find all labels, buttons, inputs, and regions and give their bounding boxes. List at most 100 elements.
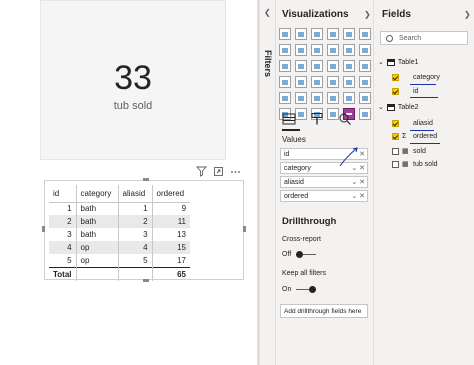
area-chart-icon[interactable] — [295, 44, 307, 56]
treemap-icon[interactable] — [359, 60, 371, 72]
kpi-icon[interactable] — [279, 92, 291, 104]
field-name: category — [413, 74, 440, 81]
field-item[interactable]: ▦ sold — [392, 147, 426, 155]
focus-mode-icon[interactable] — [213, 166, 224, 177]
field-item[interactable]: aliasid — [392, 120, 433, 127]
line-stacked-column-chart-icon[interactable] — [343, 44, 355, 56]
field-name: sold — [413, 147, 426, 155]
stacked-bar-chart-icon[interactable] — [279, 28, 291, 40]
analytics-magnifier-icon[interactable] — [338, 112, 352, 126]
field-checkbox[interactable] — [392, 160, 399, 168]
table-visual[interactable]: id category aliasid ordered 1 bath 1 9 2… — [42, 178, 246, 282]
visual-type-gallery — [279, 28, 371, 122]
table-cell: 4 — [118, 241, 153, 254]
python-icon[interactable] — [359, 92, 371, 104]
resize-handle[interactable] — [143, 178, 149, 181]
pie-chart-icon[interactable] — [327, 60, 339, 72]
column-header[interactable]: id — [49, 185, 77, 203]
donut-chart-icon[interactable] — [343, 60, 355, 72]
fields-title: Fields — [382, 9, 411, 20]
chevron-down-icon[interactable]: ⌄ — [378, 103, 384, 111]
field-item[interactable]: Σ ordered — [392, 133, 437, 140]
line-column-chart-icon[interactable] — [327, 44, 339, 56]
value-well-item[interactable]: aliasid ⌄ ✕ — [280, 176, 368, 188]
table-name: Table1 — [397, 58, 419, 66]
cross-report-toggle[interactable]: Off — [282, 250, 317, 258]
value-well-item[interactable]: ordered ⌄ ✕ — [280, 190, 368, 202]
well-field-name: category — [284, 165, 311, 172]
waterfall-chart-icon[interactable] — [279, 60, 291, 72]
chevron-down-icon[interactable]: ⌄ ✕ — [351, 177, 365, 188]
resize-handle[interactable] — [243, 226, 246, 232]
card-visual[interactable]: 33 tub sold — [40, 0, 226, 160]
table-cell: 2 — [49, 215, 77, 228]
funnel-chart-icon[interactable] — [295, 60, 307, 72]
well-field-name: id — [284, 151, 290, 158]
percent-column-chart-icon[interactable] — [359, 28, 371, 40]
more-visuals-icon[interactable] — [359, 108, 371, 120]
matrix-icon[interactable] — [327, 92, 339, 104]
sigma-icon: Σ — [402, 133, 407, 140]
filter-icon[interactable] — [196, 166, 207, 177]
slicer-icon[interactable] — [295, 92, 307, 104]
map-icon[interactable] — [279, 76, 291, 88]
table2-node[interactable]: ⌄ Table2 — [378, 103, 419, 111]
table-header-row: id category aliasid ordered — [49, 185, 191, 203]
stacked-area-chart-icon[interactable] — [311, 44, 323, 56]
chevron-right-icon[interactable]: ❯ — [364, 10, 371, 19]
search-placeholder: Search — [399, 35, 422, 42]
field-item[interactable]: id — [392, 88, 418, 95]
chevron-left-icon[interactable]: ❮ — [264, 8, 271, 17]
shape-map-icon[interactable] — [311, 76, 323, 88]
column-header[interactable]: ordered — [152, 185, 191, 203]
field-checkbox[interactable] — [392, 88, 399, 95]
clustered-column-chart-icon[interactable] — [327, 28, 339, 40]
field-item[interactable]: ▦ tub sold — [392, 160, 438, 168]
line-chart-icon[interactable] — [279, 44, 291, 56]
scatter-chart-icon[interactable] — [311, 60, 323, 72]
column-header[interactable]: category — [76, 185, 119, 203]
format-paint-roller-icon[interactable] — [310, 112, 324, 126]
table-icon[interactable] — [311, 92, 323, 104]
field-item[interactable]: category — [392, 74, 440, 81]
table1-node[interactable]: ⌄ Table1 — [378, 58, 419, 66]
field-checkbox[interactable] — [392, 147, 399, 155]
search-input[interactable]: Search — [380, 31, 468, 45]
remove-field-icon[interactable]: ✕ — [359, 149, 365, 160]
percent-bar-chart-icon[interactable] — [343, 28, 355, 40]
chevron-down-icon[interactable]: ⌄ — [378, 58, 384, 66]
field-checkbox[interactable] — [392, 133, 399, 140]
table-name: Table2 — [397, 103, 419, 111]
filters-label[interactable]: Filters — [263, 50, 273, 77]
chevron-down-icon[interactable]: ⌄ ✕ — [351, 191, 365, 202]
column-header[interactable]: aliasid — [118, 185, 153, 203]
more-options-icon[interactable] — [230, 166, 241, 177]
table-cell: 17 — [177, 255, 187, 265]
data-table: id category aliasid ordered 1 bath 1 9 2… — [49, 185, 191, 281]
field-checkbox[interactable] — [392, 120, 399, 127]
ink-underline — [410, 84, 436, 85]
table-row: 4 op 4 15 — [49, 241, 191, 254]
stacked-column-chart-icon[interactable] — [295, 28, 307, 40]
r-script-icon[interactable] — [343, 92, 355, 104]
gauge-icon[interactable] — [327, 76, 339, 88]
table-cell: op — [76, 241, 119, 254]
filled-map-icon[interactable] — [295, 76, 307, 88]
chevron-right-icon[interactable]: ❯ — [464, 10, 471, 19]
table-cell — [118, 266, 153, 281]
fields-tab-icon[interactable] — [282, 112, 296, 126]
field-checkbox[interactable] — [392, 74, 399, 81]
keep-filters-toggle[interactable]: On — [282, 285, 317, 293]
table-total-row: Total 65 — [49, 266, 191, 281]
table-cell: bath — [76, 228, 119, 241]
table-cell: 2 — [118, 215, 153, 228]
multi-row-card-icon[interactable] — [359, 76, 371, 88]
clustered-bar-chart-icon[interactable] — [311, 28, 323, 40]
visualization-tabs — [282, 112, 352, 126]
drillthrough-title: Drillthrough — [282, 216, 337, 227]
toggle-state: Off — [282, 251, 292, 258]
card-icon[interactable] — [343, 76, 355, 88]
drillthrough-drop-zone[interactable]: Add drillthrough fields here — [280, 304, 368, 318]
field-name: tub sold — [413, 160, 438, 168]
ribbon-chart-icon[interactable] — [359, 44, 371, 56]
